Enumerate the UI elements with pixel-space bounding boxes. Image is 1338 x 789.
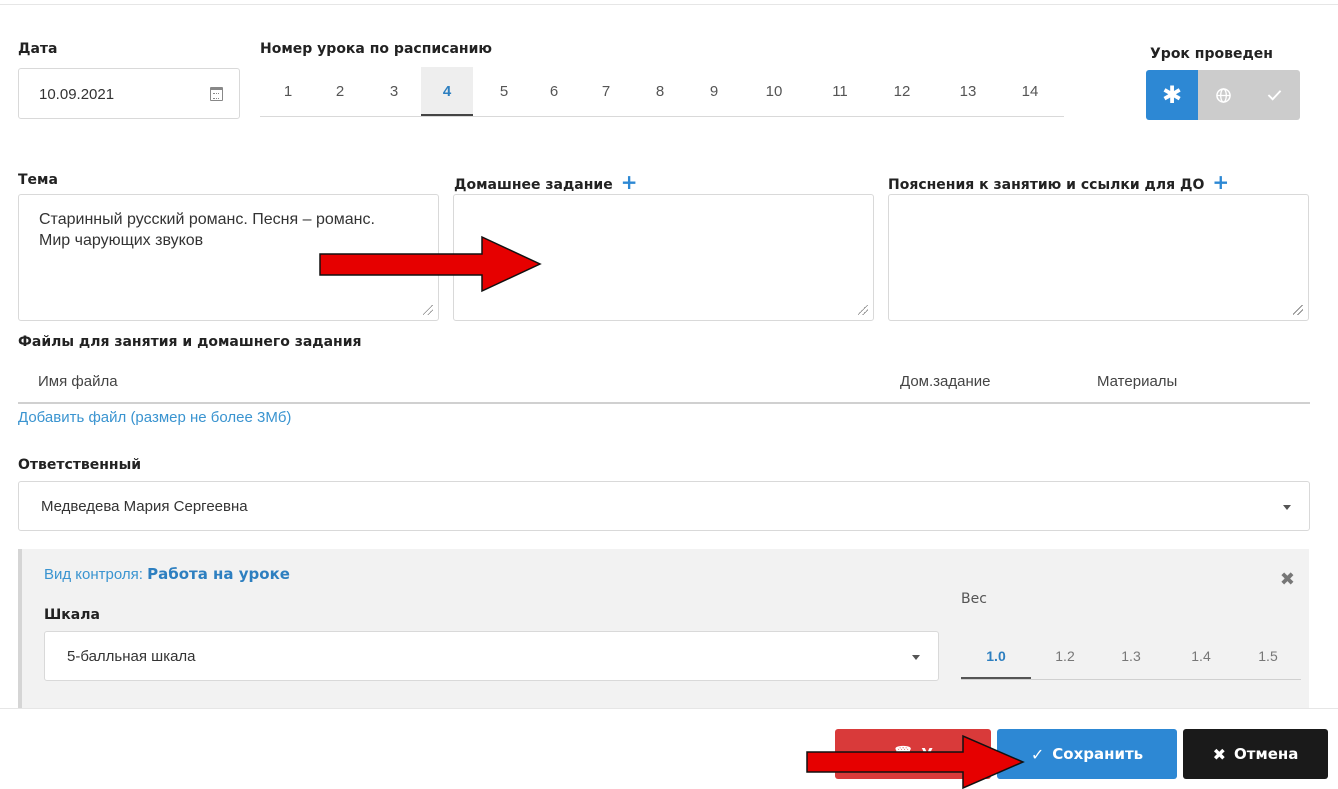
annotation-arrow-save [806, 734, 1025, 789]
files-table-divider [18, 402, 1310, 404]
cancel-button[interactable]: ✖ Отмена [1183, 729, 1328, 779]
weight-label: Вес [961, 591, 987, 607]
control-type-value[interactable]: Работа на уроке [147, 565, 290, 583]
date-value: 10.09.2021 [39, 86, 115, 103]
lesson-number-tabs: 1 2 3 4 5 6 7 8 9 10 11 12 13 14 [260, 67, 1064, 117]
notes-label-row: Пояснения к занятию и ссылки для ДО + [888, 170, 1229, 194]
chevron-down-icon [912, 655, 920, 660]
weight-tabs: 1.0 1.2 1.3 1.4 1.5 [961, 633, 1301, 680]
top-divider [0, 4, 1338, 5]
add-notes-plus-icon[interactable]: + [1212, 170, 1229, 194]
resize-handle-icon[interactable] [1293, 305, 1303, 315]
file-name-header: Имя файла [38, 373, 118, 390]
responsible-select[interactable]: Медведева Мария Сергеевна [18, 481, 1310, 531]
weight-tab-1-4[interactable]: 1.4 [1181, 633, 1221, 679]
lesson-tab-12[interactable]: 12 [886, 67, 918, 116]
control-type-prefix: Вид контроля: [44, 566, 143, 583]
lesson-tab-8[interactable]: 8 [646, 67, 674, 116]
scale-select[interactable]: 5-балльная шкала [44, 631, 939, 681]
lesson-tab-14[interactable]: 14 [1014, 67, 1046, 116]
status-online-button[interactable] [1198, 70, 1249, 120]
weight-tab-1-3[interactable]: 1.3 [1111, 633, 1151, 679]
resize-handle-icon[interactable] [858, 305, 868, 315]
asterisk-icon: ✱ [1161, 81, 1183, 109]
scale-value: 5-балльная шкала [67, 648, 196, 665]
resize-handle-icon[interactable] [423, 305, 433, 315]
globe-icon [1216, 87, 1231, 103]
responsible-value: Медведева Мария Сергеевна [41, 498, 248, 515]
lesson-tab-1[interactable]: 1 [274, 67, 302, 116]
responsible-label: Ответственный [18, 457, 142, 473]
cancel-button-label: Отмена [1234, 745, 1299, 763]
file-homework-header: Дом.задание [900, 373, 991, 390]
lesson-tab-10[interactable]: 10 [758, 67, 790, 116]
topic-label: Тема [18, 172, 58, 188]
chevron-down-icon [1283, 505, 1291, 510]
homework-label-row: Домашнее задание + [454, 170, 637, 194]
status-done-button[interactable] [1249, 70, 1300, 120]
file-materials-header: Материалы [1097, 373, 1178, 390]
lesson-tab-9[interactable]: 9 [700, 67, 728, 116]
weight-tab-1-2[interactable]: 1.2 [1045, 633, 1085, 679]
add-homework-plus-icon[interactable]: + [621, 170, 638, 194]
date-label: Дата [18, 41, 58, 57]
close-icon: ✖ [1212, 744, 1227, 764]
calendar-icon[interactable] [210, 87, 223, 101]
save-button-label: Сохранить [1052, 745, 1144, 763]
lesson-status-toggle: ✱ [1146, 70, 1300, 120]
lesson-number-label: Номер урока по расписанию [260, 41, 493, 57]
annotation-arrow-homework [319, 235, 542, 293]
lesson-tab-7[interactable]: 7 [592, 67, 620, 116]
lesson-status-label: Урок проведен [1150, 46, 1273, 62]
lesson-tab-5[interactable]: 5 [490, 67, 518, 116]
footer-divider [0, 708, 1338, 709]
check-icon: ✓ [1030, 744, 1045, 764]
files-label: Файлы для занятия и домашнего задания [18, 334, 362, 350]
control-type-line: Вид контроля: Работа на уроке [44, 565, 290, 583]
scale-label: Шкала [44, 607, 100, 623]
status-planned-button[interactable]: ✱ [1146, 70, 1198, 120]
notes-textarea[interactable] [888, 194, 1309, 321]
control-panel: Вид контроля: Работа на уроке ✖ Шкала Ве… [18, 549, 1309, 709]
date-input[interactable]: 10.09.2021 [18, 68, 240, 119]
lesson-tab-2[interactable]: 2 [326, 67, 354, 116]
lesson-tab-11[interactable]: 11 [824, 67, 856, 116]
homework-label: Домашнее задание [454, 177, 613, 193]
lesson-tab-6[interactable]: 6 [540, 67, 568, 116]
weight-tab-1-5[interactable]: 1.5 [1248, 633, 1288, 679]
lesson-tab-13[interactable]: 13 [952, 67, 984, 116]
lesson-tab-3[interactable]: 3 [380, 67, 408, 116]
check-icon [1267, 90, 1282, 101]
notes-label: Пояснения к занятию и ссылки для ДО [888, 177, 1205, 193]
add-file-link[interactable]: Добавить файл (размер не более 3Мб) [18, 409, 291, 426]
close-icon[interactable]: ✖ [1280, 569, 1295, 590]
weight-tab-1-0[interactable]: 1.0 [961, 633, 1031, 679]
lesson-tab-4[interactable]: 4 [421, 67, 473, 116]
